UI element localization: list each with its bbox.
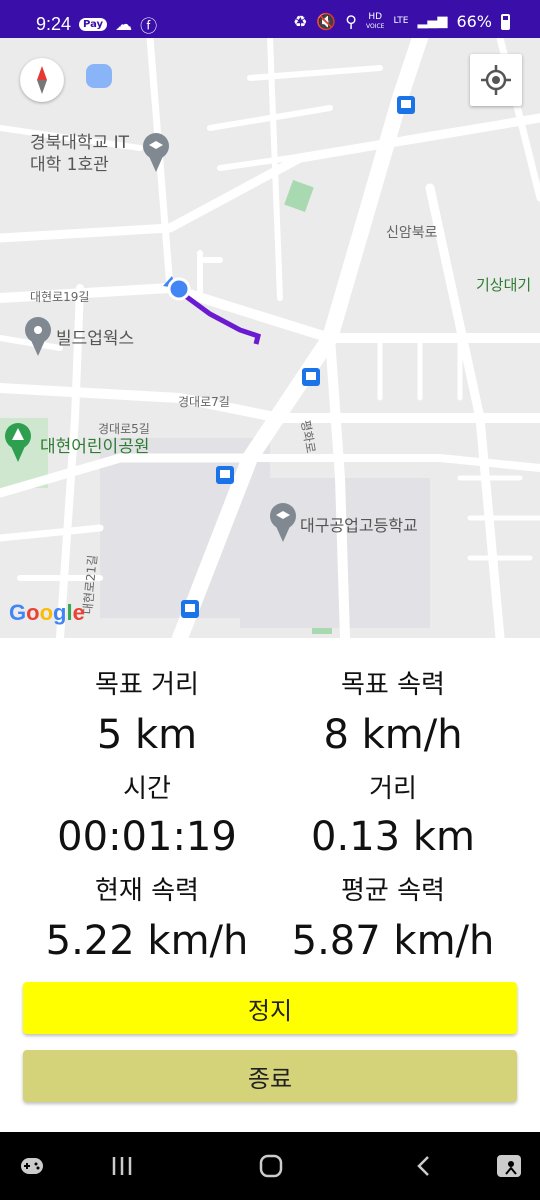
bus-stop-icon[interactable]	[302, 368, 320, 386]
signal-icon: ▂▄▆	[417, 14, 448, 29]
stop-button[interactable]: 정지	[23, 982, 517, 1034]
my-location-button[interactable]	[470, 54, 522, 106]
bus-stop-icon[interactable]	[181, 600, 199, 618]
label-school: 대구공업고등학교	[300, 516, 418, 535]
lte-icon: LTE	[393, 16, 409, 26]
time-label: 시간	[123, 774, 171, 804]
clock: 9:24	[36, 14, 72, 34]
school-block	[240, 478, 430, 628]
target-distance-value: 5 km	[96, 712, 198, 758]
current-speed-label: 현재 속력	[95, 876, 199, 906]
gamepad-icon[interactable]	[18, 1152, 46, 1180]
target-speed-label: 목표 속력	[341, 670, 445, 700]
system-nav-bar	[0, 1132, 540, 1200]
facebook-icon: ⓕ	[140, 17, 158, 37]
location-icon: ⚲	[345, 12, 357, 31]
end-button[interactable]: 종료	[23, 1050, 517, 1102]
mute-icon: 🔇	[316, 12, 337, 31]
label-sinam: 신암북로	[386, 225, 438, 241]
target-speed-value: 8 km/h	[323, 712, 463, 758]
recent-apps-icon[interactable]	[110, 1154, 134, 1178]
pond	[86, 64, 112, 88]
recycle-icon: ♻	[293, 12, 308, 31]
label-gisang: 기상대기	[476, 276, 532, 294]
current-location-marker	[167, 277, 191, 301]
pay-icon: Pay	[79, 18, 108, 31]
distance-value: 0.13 km	[311, 814, 475, 860]
hd-voice-icon: HD VOICE	[365, 11, 385, 30]
battery-percent: 66%	[456, 12, 492, 31]
google-logo: Google	[9, 600, 85, 625]
distance-label: 거리	[369, 774, 417, 804]
time-value: 00:01:19	[57, 814, 237, 860]
bus-stop-icon[interactable]	[397, 96, 415, 114]
avg-speed-label: 평균 속력	[341, 876, 445, 906]
battery-icon	[501, 13, 510, 30]
label-park: 대현어린이공원	[40, 437, 150, 457]
accessibility-icon[interactable]	[494, 1150, 524, 1180]
label-build: 빌드업웍스	[56, 329, 135, 349]
label-street-19: 대현로19길	[30, 290, 90, 304]
target-distance-label: 목표 거리	[95, 670, 199, 700]
label-gyeongdae7: 경대로7길	[178, 395, 230, 409]
home-icon[interactable]	[258, 1153, 284, 1179]
current-speed-value: 5.22 km/h	[45, 918, 249, 964]
compass-icon	[37, 66, 47, 94]
label-univ: 경북대학교 IT 대학 1호관	[30, 133, 130, 175]
compass-button[interactable]	[20, 58, 64, 102]
bus-stop-icon[interactable]	[216, 466, 234, 484]
map-view[interactable]: 경북대학교 IT 대학 1호관 대현로19길 빌드업웍스 신암북로 기상대기 경…	[0, 38, 540, 638]
crosshair-icon	[481, 65, 511, 95]
avg-speed-value: 5.87 km/h	[291, 918, 495, 964]
back-icon[interactable]	[412, 1154, 436, 1178]
cloud-icon: ☁	[115, 14, 133, 35]
